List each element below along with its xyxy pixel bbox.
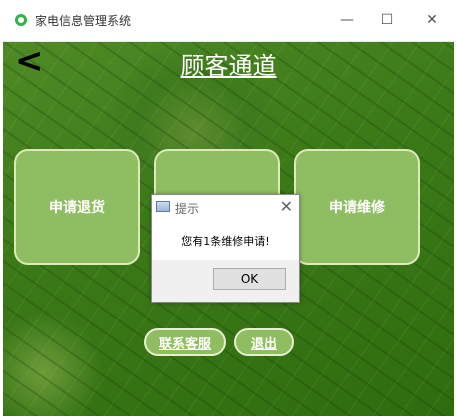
contact-support-button[interactable]: 联系客服 [144, 328, 226, 356]
repair-request-button[interactable]: 申请维修 [294, 149, 420, 265]
window-title: 家电信息管理系统 [35, 14, 132, 28]
dialog-body: 您有1条维修申请! [152, 220, 299, 260]
app-window: 家电信息管理系统 — ☐ ✕ < 顾客通道 申请退货 申请维修 联系客服 退出 … [0, 0, 457, 416]
dialog-message: 您有1条维修申请! [181, 235, 270, 248]
minimize-button[interactable]: — [327, 6, 367, 34]
dialog-title: 提示 [175, 202, 200, 216]
notification-dialog: 提示 ✕ 您有1条维修申请! OK [151, 194, 300, 303]
return-request-button[interactable]: 申请退货 [14, 149, 140, 265]
page-title: 顾客通道 [180, 52, 277, 80]
dialog-close-icon[interactable]: ✕ [280, 197, 293, 216]
title-bar[interactable]: 家电信息管理系统 — ☐ ✕ [1, 0, 456, 42]
maximize-button[interactable]: ☐ [367, 6, 407, 34]
ok-button[interactable]: OK [213, 268, 286, 290]
dialog-window-icon [156, 201, 170, 212]
close-button[interactable]: ✕ [412, 6, 452, 34]
app-logo-icon [15, 14, 27, 26]
dialog-title-bar[interactable]: 提示 ✕ [152, 195, 299, 220]
exit-button[interactable]: 退出 [234, 328, 294, 356]
